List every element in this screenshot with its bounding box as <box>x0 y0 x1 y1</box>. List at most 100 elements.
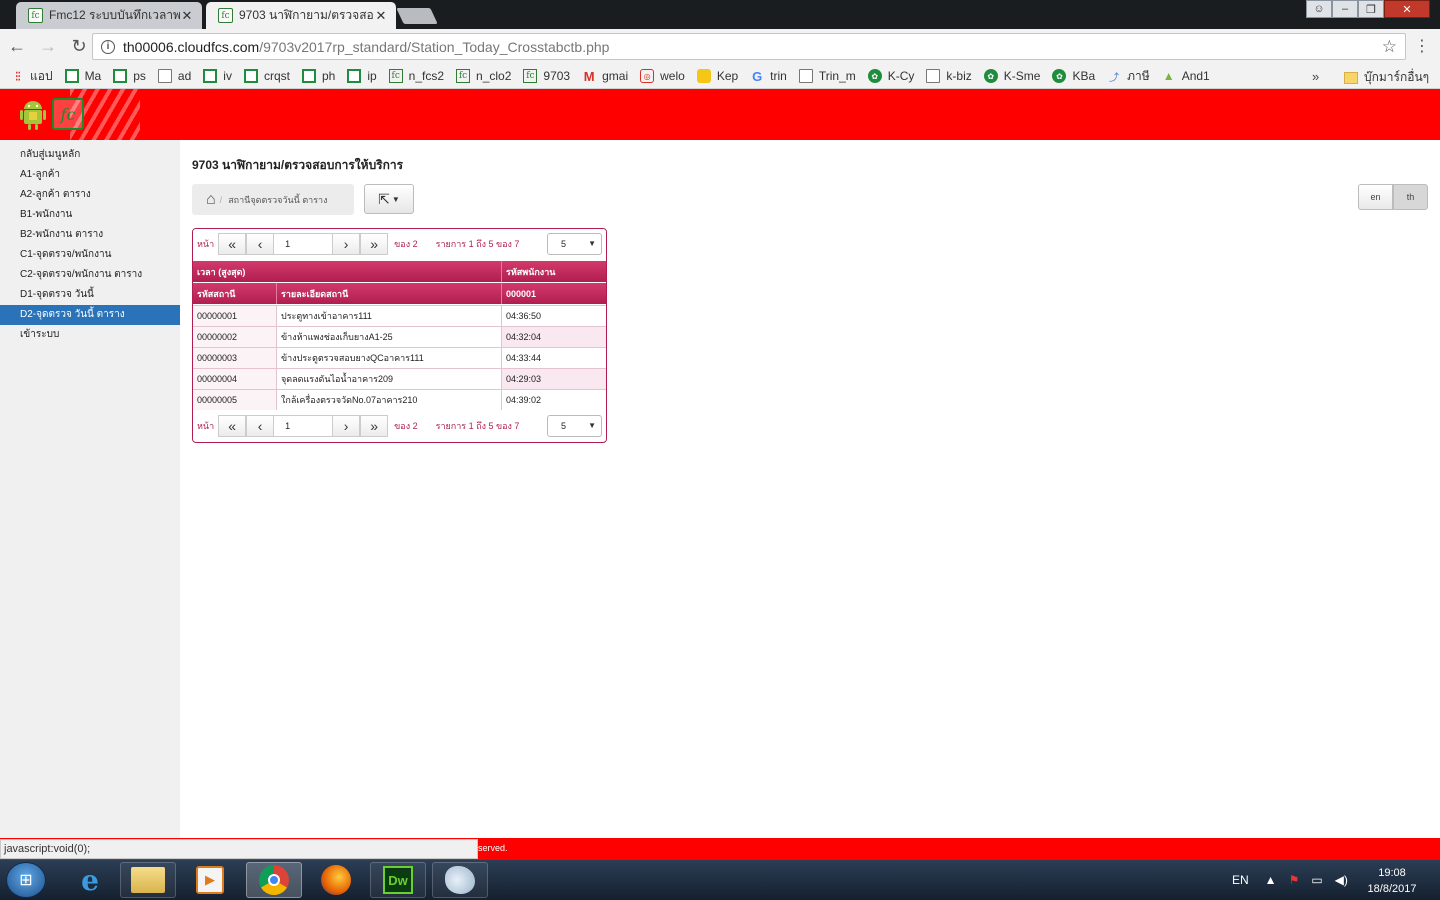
bookmark-label: K-Cy <box>887 69 915 83</box>
back-arrow-icon[interactable]: ← <box>3 33 31 61</box>
bookmark-item[interactable]: fc 9703 <box>523 69 570 83</box>
last-page-icon[interactable]: » <box>360 415 389 437</box>
other-bookmarks-folder[interactable]: บุ๊กมาร์กอื่นๆ <box>1344 68 1429 87</box>
taskbar-dreamweaver[interactable]: Dw <box>370 862 426 898</box>
tab-close-icon[interactable]: ✕ <box>180 8 194 24</box>
prev-page-icon[interactable]: ‹ <box>246 233 275 255</box>
taskbar-firefox[interactable] <box>308 862 364 898</box>
fc-icon: fc <box>388 69 403 83</box>
fc-logo-icon[interactable]: fc <box>52 98 84 130</box>
header-employee-000001[interactable]: 000001 <box>502 283 606 304</box>
header-station-detail[interactable]: รายละเอียดสถานี <box>277 283 502 304</box>
bookmark-label: iv <box>223 69 232 83</box>
welo-icon: ◎ <box>640 69 655 83</box>
minimize-icon[interactable]: – <box>1332 0 1358 18</box>
reload-icon[interactable]: ↻ <box>65 33 93 61</box>
bookmark-item[interactable]: ip <box>347 69 377 83</box>
sidebar-item[interactable]: D1-จุดตรวจ วันนี้ <box>0 285 180 305</box>
sidebar-item[interactable]: C2-จุดตรวจ/พนักงาน ตาราง <box>0 265 180 285</box>
export-dropdown-button[interactable]: ⇱ ▼ <box>364 184 414 214</box>
sidebar-item[interactable]: B1-พนักงาน <box>0 205 180 225</box>
android-logo-icon[interactable] <box>20 100 46 130</box>
page-number-input[interactable]: 1 <box>274 233 333 255</box>
taskbar-explorer[interactable] <box>120 862 176 898</box>
bookmark-item[interactable]: ◎ welo <box>640 69 685 83</box>
bookmark-item[interactable]: Ma <box>64 69 101 83</box>
taskbar-ie[interactable]: e <box>62 862 118 898</box>
sidebar-item[interactable]: C1-จุดตรวจ/พนักงาน <box>0 245 180 265</box>
browser-tab-9703[interactable]: fc 9703 นาฬิกายาม/ตรวจสอบการ ✕ <box>206 2 396 29</box>
table-row[interactable]: 00000001 ประตูทางเข้าอาคาร111 04:36:50 <box>193 305 606 326</box>
bookmarks-bar: ⁝⁝ แอป Ma ps ad iv crqst ph ip fc n_fcs2 fc n_clo2 fc… <box>0 64 1440 89</box>
address-bar[interactable]: i th00006.cloudfcs.com/9703v2017rp_stand… <box>92 33 1406 60</box>
bookmark-item[interactable]: Kep <box>696 69 738 83</box>
bookmarks-more-icon[interactable]: » <box>1312 69 1319 84</box>
volume-icon[interactable]: ◀) <box>1335 873 1348 887</box>
restore-icon[interactable]: ❐ <box>1358 0 1384 18</box>
header-time-max[interactable]: เวลา (สูงสุด) <box>193 261 502 282</box>
taskbar-paint[interactable] <box>432 862 488 898</box>
bookmark-item[interactable]: Trin_m <box>798 69 856 83</box>
bookmark-item[interactable]: ✿ KBa <box>1052 69 1095 83</box>
sidebar-item[interactable]: B2-พนักงาน ตาราง <box>0 225 180 245</box>
bookmark-item[interactable]: crqst <box>243 69 290 83</box>
page-size-select[interactable]: 5 ▼ <box>547 233 602 255</box>
tab-close-icon[interactable]: ✕ <box>374 8 388 24</box>
lang-en-button[interactable]: en <box>1358 184 1393 210</box>
breadcrumb-current: สถานีจุดตรวจวันนี้ ตาราง <box>228 194 328 205</box>
bookmark-item[interactable]: ⁝⁝ แอป <box>10 67 53 86</box>
home-icon[interactable]: ⌂ <box>206 191 216 209</box>
header-station-code[interactable]: รหัสสถานี <box>193 283 277 304</box>
close-window-icon[interactable]: ✕ <box>1384 0 1430 18</box>
bookmark-item[interactable]: ✿ K-Sme <box>983 69 1040 83</box>
bookmark-item[interactable]: ps <box>113 69 146 83</box>
taskbar-chrome[interactable] <box>246 862 302 898</box>
new-tab-button[interactable] <box>396 8 438 24</box>
taskbar-media-player[interactable]: ▶ <box>182 862 238 898</box>
cell-station-detail: ข้างประตูตรวจสอบยางQCอาคาร111 <box>277 348 502 368</box>
bookmark-item[interactable]: ad <box>157 69 191 83</box>
page-number-input[interactable]: 1 <box>274 415 333 437</box>
table-row[interactable]: 00000003 ข้างประตูตรวจสอบยางQCอาคาร111 04:… <box>193 347 606 368</box>
table-row[interactable]: 00000004 จุดลดแรงดันไอน้ำอาคาร209 04:29:03 <box>193 368 606 389</box>
next-page-icon[interactable]: › <box>332 415 361 437</box>
bookmark-item[interactable]: ✿ K-Cy <box>867 69 915 83</box>
prev-page-icon[interactable]: ‹ <box>246 415 275 437</box>
user-icon[interactable]: ☺ <box>1306 0 1332 18</box>
bookmark-star-icon[interactable]: ☆ <box>1382 37 1397 57</box>
bookmark-item[interactable]: Gtrin <box>750 69 787 84</box>
page-size-value: 5 <box>561 239 567 249</box>
action-center-flag-icon[interactable]: ⚑ <box>1289 873 1300 887</box>
table-row[interactable]: 00000005 ใกล้เครื่องตรวจวัดNo.07อาคาร210 0… <box>193 389 606 410</box>
bookmark-item[interactable]: iv <box>203 69 232 83</box>
input-language[interactable]: EN <box>1232 873 1249 887</box>
windows-start-icon[interactable]: ⊞ <box>6 862 46 898</box>
sidebar-item[interactable]: A2-ลูกค้า ตาราง <box>0 185 180 205</box>
bookmark-item[interactable]: ph <box>301 69 335 83</box>
site-info-icon[interactable]: i <box>101 39 115 54</box>
sidebar-item[interactable]: A1-ลูกค้า <box>0 165 180 185</box>
sidebar-item[interactable]: เข้าระบบ <box>0 325 180 345</box>
bookmark-item[interactable]: ▲ And1 <box>1162 69 1210 83</box>
sidebar-item[interactable]: กลับสู่เมนูหลัก <box>0 145 180 165</box>
browser-menu-icon[interactable]: ⋮ <box>1414 36 1430 56</box>
browser-tab-fmc12[interactable]: fc Fmc12 ระบบบันทึกเวลาพนักงาน ✕ <box>16 2 202 29</box>
table-row[interactable]: 00000002 ข้างห้าแพงช่องเก็บยางA1-25 04:32:… <box>193 326 606 347</box>
next-page-icon[interactable]: › <box>332 233 361 255</box>
taskbar-clock[interactable]: 19:08 18/8/2017 <box>1360 865 1424 897</box>
lang-th-button[interactable]: th <box>1393 184 1428 210</box>
bookmark-item[interactable]: k-biz <box>926 69 972 83</box>
first-page-icon[interactable]: « <box>218 415 247 437</box>
bookmark-item[interactable]: ⤴ ภาษี <box>1107 67 1150 86</box>
sidebar-item[interactable]: D2-จุดตรวจ วันนี้ ตาราง <box>0 305 180 325</box>
tray-expand-icon[interactable]: ▲ <box>1265 873 1277 887</box>
network-icon[interactable]: ▭ <box>1311 873 1322 887</box>
last-page-icon[interactable]: » <box>360 233 389 255</box>
header-employee-code[interactable]: รหัสพนักงาน <box>502 261 606 282</box>
bookmark-item[interactable]: fc n_fcs2 <box>388 69 444 83</box>
first-page-icon[interactable]: « <box>218 233 247 255</box>
bookmark-item[interactable]: fc n_clo2 <box>456 69 511 83</box>
forward-arrow-icon[interactable]: → <box>34 33 62 61</box>
page-size-select[interactable]: 5 ▼ <box>547 415 602 437</box>
bookmark-item[interactable]: Mgmai <box>582 69 628 84</box>
